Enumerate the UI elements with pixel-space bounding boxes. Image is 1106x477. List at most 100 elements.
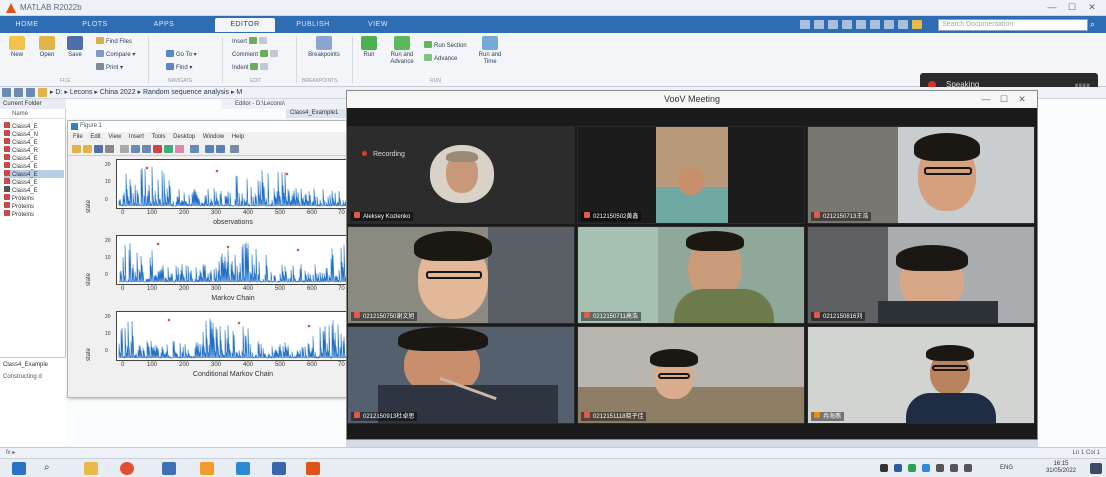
dock-icon[interactable] bbox=[230, 145, 239, 153]
quick-save-icon[interactable] bbox=[800, 20, 810, 29]
participant-tile[interactable]: 0212150711高浩 bbox=[577, 226, 805, 324]
tray-app-icon[interactable] bbox=[908, 464, 916, 472]
open-button[interactable]: Open bbox=[32, 36, 62, 59]
language-indicator[interactable]: ENG bbox=[1000, 465, 1013, 471]
up-folder-icon[interactable] bbox=[26, 88, 35, 97]
tray-app-icon[interactable] bbox=[894, 464, 902, 472]
quick-bell-icon[interactable] bbox=[912, 20, 922, 29]
matlab-taskbar-icon[interactable] bbox=[306, 462, 320, 475]
volume-icon[interactable] bbox=[964, 464, 972, 472]
tray-app-icon[interactable] bbox=[922, 464, 930, 472]
print-button[interactable]: Print ▾ bbox=[96, 63, 123, 72]
forward-icon[interactable] bbox=[14, 88, 23, 97]
find-button[interactable]: Find ▾ bbox=[166, 63, 192, 72]
minimize-icon[interactable]: — bbox=[1044, 2, 1060, 14]
app-icon[interactable] bbox=[200, 462, 214, 475]
battery-icon[interactable] bbox=[936, 464, 944, 472]
participant-tile[interactable]: 0212150816刘 bbox=[807, 226, 1035, 324]
run-and-advance-button[interactable]: Run and Advance bbox=[384, 36, 420, 66]
mail-icon[interactable] bbox=[272, 462, 286, 475]
meeting-close-icon[interactable]: ✕ bbox=[1015, 94, 1029, 105]
folder-path[interactable]: ▸ D: ▸ Lecons ▸ China 2022 ▸ Random sequ… bbox=[50, 89, 242, 96]
file-item[interactable]: Class4_E bbox=[4, 178, 38, 186]
store-icon[interactable] bbox=[162, 462, 176, 475]
browser-icon[interactable] bbox=[120, 462, 134, 475]
go-to-button[interactable]: Go To ▾ bbox=[166, 50, 197, 59]
meeting-minimize-icon[interactable]: — bbox=[979, 94, 993, 105]
quick-switch-icon[interactable] bbox=[884, 20, 894, 29]
run-button[interactable]: Run bbox=[356, 36, 382, 59]
participant-tile[interactable]: Recording Aleksey Kozlenko bbox=[347, 126, 575, 224]
file-item[interactable]: Class4_E bbox=[4, 138, 38, 146]
quick-redo-icon[interactable] bbox=[870, 20, 880, 29]
indent-button[interactable]: Indent bbox=[232, 63, 270, 72]
file-item[interactable]: Class4_E bbox=[4, 186, 38, 194]
tab-publish[interactable]: PUBLISH bbox=[288, 18, 338, 32]
zoom-in-icon[interactable] bbox=[131, 145, 140, 153]
file-item[interactable]: Class4_N bbox=[4, 130, 38, 138]
plot1-axes[interactable] bbox=[116, 159, 350, 209]
advance-button[interactable]: Advance bbox=[424, 54, 457, 63]
browse-folder-icon[interactable] bbox=[38, 88, 47, 97]
file-item[interactable]: Class4_E bbox=[4, 122, 38, 130]
notification-icon[interactable] bbox=[1090, 463, 1102, 474]
tab-apps[interactable]: APPS bbox=[143, 18, 185, 32]
legend-icon[interactable] bbox=[216, 145, 225, 153]
participant-tile[interactable]: 0212150913杜卓思 bbox=[347, 326, 575, 424]
file-item[interactable]: Proteins bbox=[4, 202, 34, 210]
run-and-time-button[interactable]: Run and Time bbox=[474, 36, 506, 66]
tray-chevron-icon[interactable] bbox=[880, 464, 888, 472]
start-icon[interactable] bbox=[12, 462, 26, 475]
new-button[interactable]: New bbox=[2, 36, 32, 59]
file-item[interactable]: Proteins bbox=[4, 194, 34, 202]
file-item[interactable]: Proteins bbox=[4, 210, 34, 218]
compare-button[interactable]: Compare ▾ bbox=[96, 50, 135, 59]
participant-tile[interactable]: 0212150502黄鑫 bbox=[577, 126, 805, 224]
plot2-axes[interactable] bbox=[116, 235, 350, 285]
participant-tile[interactable]: 0212150713王浩 bbox=[807, 126, 1035, 224]
find-files-button[interactable]: Find Files bbox=[96, 37, 132, 46]
colorbar-icon[interactable] bbox=[205, 145, 214, 153]
file-item[interactable]: Class4_E bbox=[4, 162, 38, 170]
link-icon[interactable] bbox=[190, 145, 199, 153]
participant-tile[interactable]: 0212151118晓子佳 bbox=[577, 326, 805, 424]
maximize-icon[interactable]: ☐ bbox=[1064, 2, 1080, 14]
participant-tile[interactable]: 冉海燕 bbox=[807, 326, 1035, 424]
figure-window[interactable]: Figure 1 File Edit View Insert Tools Des… bbox=[67, 120, 350, 398]
network-icon[interactable] bbox=[950, 464, 958, 472]
tab-plots[interactable]: PLOTS bbox=[74, 18, 116, 32]
search-icon[interactable]: ⌕ bbox=[1090, 19, 1102, 31]
data-cursor-icon[interactable] bbox=[175, 145, 184, 153]
file-explorer-icon[interactable] bbox=[84, 462, 98, 475]
back-icon[interactable] bbox=[2, 88, 11, 97]
tab-home[interactable]: HOME bbox=[6, 18, 48, 32]
edit-plot-icon[interactable] bbox=[120, 145, 129, 153]
comment-button[interactable]: Comment bbox=[232, 50, 280, 59]
breakpoints-button[interactable]: Breakpoints bbox=[302, 36, 346, 59]
name-column-header[interactable]: Name bbox=[0, 109, 66, 119]
file-item[interactable]: Class4_R bbox=[4, 146, 38, 154]
quick-help-icon[interactable] bbox=[898, 20, 908, 29]
meeting-maximize-icon[interactable]: ☐ bbox=[997, 94, 1011, 105]
save-figure-icon[interactable] bbox=[94, 145, 103, 153]
new-figure-icon[interactable] bbox=[72, 145, 81, 153]
rotate-icon[interactable] bbox=[164, 145, 173, 153]
participant-tile[interactable]: 0212150750谢文旭 bbox=[347, 226, 575, 324]
close-icon[interactable]: ✕ bbox=[1084, 2, 1100, 14]
pan-icon[interactable] bbox=[153, 145, 162, 153]
quick-undo-icon[interactable] bbox=[856, 20, 866, 29]
figure-menubar[interactable]: File Edit View Insert Tools Desktop Wind… bbox=[68, 132, 350, 142]
quick-paste-icon[interactable] bbox=[842, 20, 852, 29]
tab-editor[interactable]: EDITOR bbox=[215, 18, 275, 32]
quick-cut-icon[interactable] bbox=[814, 20, 824, 29]
search-taskbar-icon[interactable]: ⌕ bbox=[44, 462, 58, 475]
search-documentation-input[interactable]: Search Documentation bbox=[938, 19, 1088, 31]
system-clock[interactable]: 16:15 31/05/2022 bbox=[1046, 461, 1076, 475]
quick-copy-icon[interactable] bbox=[828, 20, 838, 29]
zoom-out-icon[interactable] bbox=[142, 145, 151, 153]
save-button[interactable]: Save bbox=[60, 36, 90, 59]
video-meeting-window[interactable]: VooV Meeting — ☐ ✕ Recording Aleksey Koz… bbox=[346, 90, 1038, 440]
insert-button[interactable]: Insert bbox=[232, 37, 269, 46]
editor-file-tab[interactable]: Class4_Example1 bbox=[286, 109, 346, 118]
tab-view[interactable]: VIEW bbox=[358, 18, 398, 32]
